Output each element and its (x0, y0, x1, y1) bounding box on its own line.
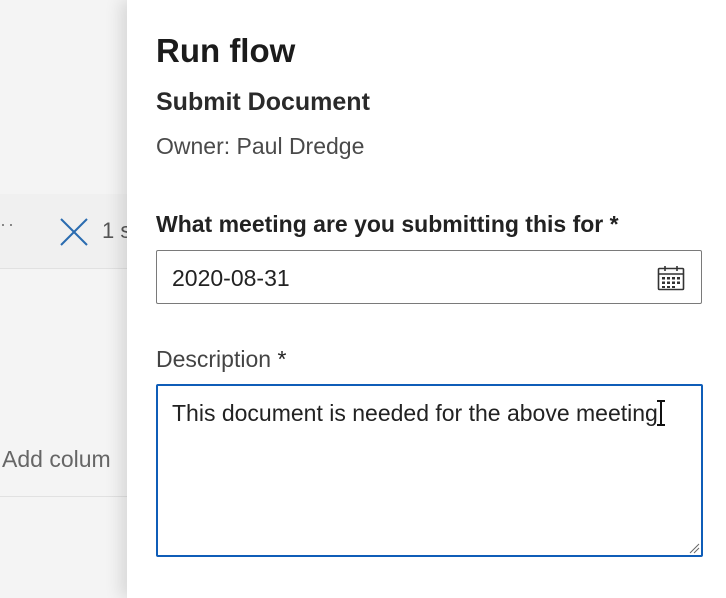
run-flow-panel: Run flow Submit Document Owner: Paul Dre… (127, 0, 726, 598)
meeting-label-text: What meeting are you submitting this for (156, 211, 604, 237)
add-column-button[interactable]: Add colum (2, 446, 111, 473)
background-list-page: ·· 1 s Add colum (0, 0, 140, 598)
description-field-label: Description * (156, 346, 286, 373)
required-marker: * (277, 346, 287, 372)
resize-handle-icon[interactable] (688, 542, 700, 554)
description-text[interactable]: This document is needed for the above me… (172, 398, 672, 428)
meeting-date-input[interactable]: 2020-08-31 (156, 250, 702, 304)
calendar-icon[interactable] (657, 265, 685, 291)
meeting-date-value[interactable]: 2020-08-31 (172, 265, 290, 292)
description-value[interactable]: This document is needed for the above me… (172, 400, 658, 426)
flow-owner: Owner: Paul Dredge (156, 133, 365, 159)
app-root: ·· 1 s Add colum Run flow Submit Documen… (0, 0, 726, 598)
panel-title: Run flow (156, 32, 296, 69)
divider (0, 496, 140, 497)
more-options-button[interactable]: ·· (0, 214, 16, 235)
close-icon[interactable] (58, 216, 90, 248)
text-cursor-icon (656, 400, 665, 426)
description-textarea[interactable]: This document is needed for the above me… (156, 384, 703, 557)
required-marker: * (609, 211, 619, 237)
description-label-text: Description (156, 346, 272, 372)
meeting-field-label: What meeting are you submitting this for… (156, 211, 619, 238)
flow-name: Submit Document (156, 88, 370, 116)
